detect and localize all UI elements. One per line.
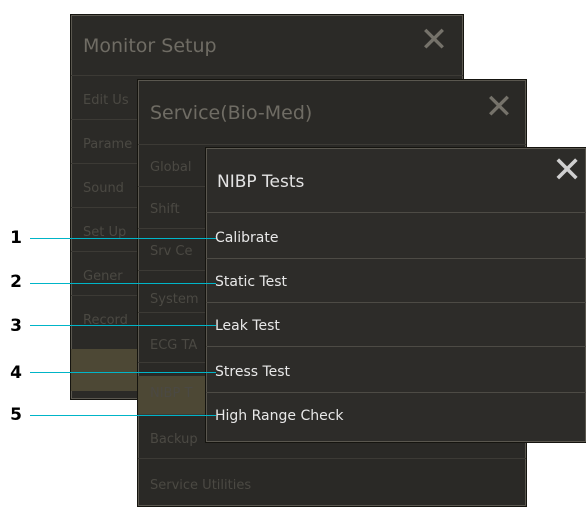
service-item[interactable]: System — [150, 292, 198, 307]
separator — [71, 75, 463, 76]
callout-number: 1 — [10, 228, 22, 248]
callout-line — [30, 238, 216, 239]
nibp-item-static-test[interactable]: Static Test — [215, 274, 287, 290]
separator — [206, 258, 586, 259]
callout-line — [30, 372, 216, 373]
separator — [206, 302, 586, 303]
callout-line — [30, 283, 216, 284]
service-close-icon[interactable]: ✕ — [484, 90, 514, 124]
separator — [206, 212, 586, 213]
monitor-setup-item[interactable]: Gener — [83, 269, 123, 284]
callout-number: 5 — [10, 405, 22, 425]
service-item[interactable]: Service Utilities — [150, 478, 251, 493]
nibp-item-leak-test[interactable]: Leak Test — [215, 318, 280, 334]
selected-item-highlight — [71, 349, 141, 391]
monitor-setup-item[interactable]: Edit Us — [83, 93, 129, 108]
monitor-setup-item[interactable]: Sound — [83, 181, 124, 196]
nibp-item-high-range-check[interactable]: High Range Check — [215, 408, 344, 424]
monitor-setup-item[interactable]: Parame — [83, 137, 132, 152]
nibp-item-calibrate[interactable]: Calibrate — [215, 230, 278, 246]
separator — [138, 458, 526, 459]
callout-line — [30, 415, 216, 416]
callout-line — [30, 325, 216, 326]
callout-number: 3 — [10, 316, 22, 336]
nibp-tests-title: NIBP Tests — [217, 172, 305, 192]
service-item[interactable]: Shift — [150, 202, 180, 217]
monitor-setup-close-icon[interactable]: ✕ — [419, 23, 449, 57]
separator — [206, 346, 586, 347]
service-title: Service(Bio-Med) — [150, 102, 313, 124]
callout-number: 2 — [10, 272, 22, 292]
nibp-tests-panel: NIBP Tests ✕ Calibrate Static Test Leak … — [205, 147, 586, 443]
nibp-item-stress-test[interactable]: Stress Test — [215, 364, 290, 380]
nibp-close-icon[interactable]: ✕ — [552, 153, 582, 189]
service-item[interactable]: Srv Ce — [150, 244, 193, 259]
separator — [206, 392, 586, 393]
callout-number: 4 — [10, 363, 22, 383]
service-item[interactable]: ECG TA — [150, 338, 197, 353]
monitor-setup-title: Monitor Setup — [83, 35, 217, 57]
service-item[interactable]: Backup — [150, 432, 198, 447]
service-item[interactable]: NIBP T — [150, 386, 192, 401]
separator — [138, 144, 526, 145]
service-item[interactable]: Global — [150, 160, 191, 175]
